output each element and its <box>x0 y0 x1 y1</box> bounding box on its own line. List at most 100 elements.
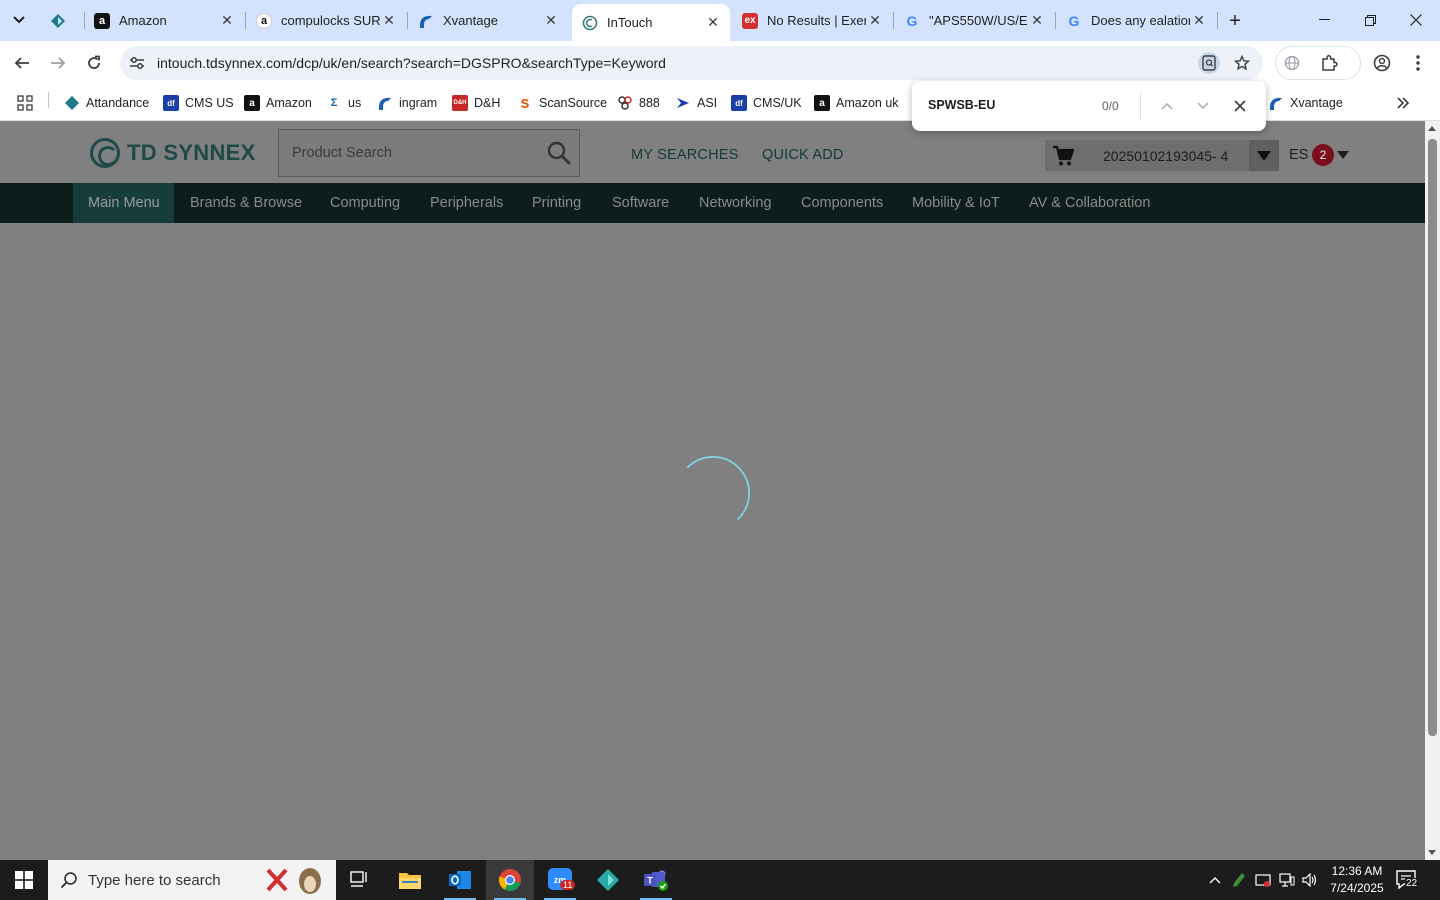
scroll-down-icon[interactable] <box>1428 850 1436 855</box>
chrome-button[interactable] <box>486 860 534 900</box>
find-input[interactable]: SPWSB-EU <box>928 98 995 112</box>
nav-components[interactable]: Components <box>801 183 883 223</box>
bookmark-xvantage[interactable]: Xvantage <box>1268 92 1343 114</box>
bookmark-us[interactable]: Σ us <box>326 92 362 114</box>
profile-icon[interactable] <box>1371 52 1393 74</box>
back-button[interactable] <box>7 48 37 78</box>
clock-date: 7/24/2025 <box>1330 881 1384 895</box>
bookmark-cms-uk[interactable]: df CMS/UK <box>731 92 802 114</box>
forward-button[interactable] <box>43 48 73 78</box>
nav-peripherals[interactable]: Peripherals <box>430 183 503 223</box>
bookmark-label: CMS/UK <box>753 96 802 110</box>
arrow-left-icon <box>14 57 29 69</box>
more-bookmarks-button[interactable] <box>1396 92 1410 114</box>
nav-networking[interactable]: Networking <box>699 183 772 223</box>
tab-1[interactable]: a Amazon ✕ <box>84 6 244 35</box>
network-tray-icon[interactable] <box>1278 871 1296 889</box>
nav-av-collaboration[interactable]: AV & Collaboration <box>1029 183 1150 223</box>
product-search-input[interactable] <box>279 130 539 176</box>
scroll-up-icon[interactable] <box>1428 126 1436 131</box>
extensions-puzzle-icon[interactable] <box>1318 52 1340 74</box>
bookmark-label: us <box>348 96 362 110</box>
cart-selector[interactable]: 20250102193045- 4 <box>1045 140 1279 171</box>
bookmark-amazon[interactable]: a Amazon <box>244 92 312 114</box>
kebab-menu-icon[interactable] <box>1407 52 1429 74</box>
bookmark-888[interactable]: 888 <box>617 92 660 114</box>
tab-5[interactable]: ex No Results | Exert ✕ <box>732 6 892 35</box>
nav-printing[interactable]: Printing <box>532 183 581 223</box>
nav-software[interactable]: Software <box>612 183 669 223</box>
taskbar-search-box[interactable]: Type here to search <box>48 860 336 900</box>
caret-down-icon[interactable] <box>1337 151 1349 159</box>
tab-6[interactable]: G "APS550W/US/EU ✕ <box>894 6 1054 35</box>
close-icon[interactable]: ✕ <box>380 12 398 30</box>
page-scrollbar[interactable] <box>1425 121 1440 860</box>
file-explorer-icon <box>399 873 421 889</box>
address-bar[interactable]: intouch.tdsynnex.com/dcp/uk/en/search?se… <box>120 46 1263 80</box>
reload-icon <box>88 55 100 69</box>
clock-time: 12:36 AM <box>1331 864 1383 878</box>
restore-button[interactable] <box>1347 0 1393 40</box>
minimize-button[interactable] <box>1301 0 1347 40</box>
cart-dropdown-button[interactable] <box>1249 140 1279 171</box>
bookmark-attandance[interactable]: Attandance <box>64 92 149 114</box>
url-text[interactable]: intouch.tdsynnex.com/dcp/uk/en/search?se… <box>157 55 666 71</box>
close-icon[interactable]: ✕ <box>542 12 560 30</box>
globe-extension-icon[interactable] <box>1281 52 1303 74</box>
td-synnex-logo[interactable]: TD SYNNEX <box>90 138 256 168</box>
app-button[interactable] <box>584 860 632 900</box>
find-close-button[interactable] <box>1228 94 1252 118</box>
site-info-icon[interactable] <box>128 54 146 72</box>
outlook-button[interactable] <box>436 860 484 900</box>
my-searches-link[interactable]: MY SEARCHES <box>631 147 739 163</box>
notification-badge[interactable]: 2 <box>1312 144 1334 166</box>
volume-tray-icon[interactable] <box>1301 871 1319 889</box>
tab-0[interactable] <box>40 6 84 35</box>
file-explorer-button[interactable] <box>386 860 434 900</box>
find-next-button[interactable] <box>1191 94 1215 118</box>
bookmark-label: D&H <box>474 96 501 110</box>
close-icon[interactable]: ✕ <box>866 12 884 30</box>
find-in-page-icon[interactable] <box>1198 52 1220 74</box>
close-icon[interactable]: ✕ <box>1028 12 1046 30</box>
nav-mobility-iot[interactable]: Mobility & IoT <box>912 183 1000 223</box>
tab-7[interactable]: G Does any ealation ✕ <box>1056 6 1216 35</box>
close-icon[interactable]: ✕ <box>1190 12 1208 30</box>
zoom-badge: 11 <box>560 880 576 890</box>
task-view-button[interactable] <box>336 860 384 900</box>
close-icon[interactable]: ✕ <box>218 12 236 30</box>
security-tray-icon[interactable] <box>1254 871 1272 889</box>
system-clock[interactable]: 12:36 AM 7/24/2025 <box>1324 863 1390 897</box>
nav-computing[interactable]: Computing <box>330 183 400 223</box>
teams-button[interactable]: T <box>632 860 680 900</box>
tab-title: Amazon <box>119 13 167 28</box>
new-tab-button[interactable]: + <box>1222 8 1248 34</box>
amazon-icon: a <box>94 12 110 29</box>
bookmark-amazon-uk[interactable]: a Amazon uk <box>814 92 899 114</box>
zoom-button[interactable]: zm 11 <box>536 860 584 900</box>
bookmark-scansource[interactable]: S ScanSource <box>517 92 607 114</box>
find-previous-button[interactable] <box>1155 94 1179 118</box>
scrollbar-thumb[interactable] <box>1428 139 1437 736</box>
start-button[interactable] <box>0 860 48 900</box>
apps-grid-button[interactable] <box>17 92 33 114</box>
bookmark-ingram[interactable]: ingram <box>377 92 437 114</box>
reload-button[interactable] <box>79 48 109 78</box>
nav-main-menu[interactable]: Main Menu <box>73 183 174 223</box>
user-initials[interactable]: ES <box>1289 147 1308 163</box>
tab-4-active[interactable]: InTouch ✕ <box>572 4 730 41</box>
bookmark-cms-us[interactable]: df CMS US <box>163 92 234 114</box>
bookmark-star-icon[interactable] <box>1231 52 1253 74</box>
search-icon[interactable] <box>546 140 572 166</box>
quick-add-link[interactable]: QUICK ADD <box>762 147 844 163</box>
tray-chevron-up-icon[interactable] <box>1206 871 1224 889</box>
nav-brands-browse[interactable]: Brands & Browse <box>190 183 302 223</box>
tab-3[interactable]: Xvantage ✕ <box>408 6 568 35</box>
bookmark-asi[interactable]: ASI <box>675 92 717 114</box>
pen-tray-icon[interactable] <box>1230 871 1248 889</box>
close-window-button[interactable] <box>1393 0 1439 40</box>
close-icon[interactable]: ✕ <box>704 14 722 32</box>
bookmark-dh[interactable]: D&H D&H <box>452 92 500 114</box>
tab-2[interactable]: a compulocks SURI ✕ <box>246 6 406 35</box>
tab-search-button[interactable] <box>6 7 32 33</box>
